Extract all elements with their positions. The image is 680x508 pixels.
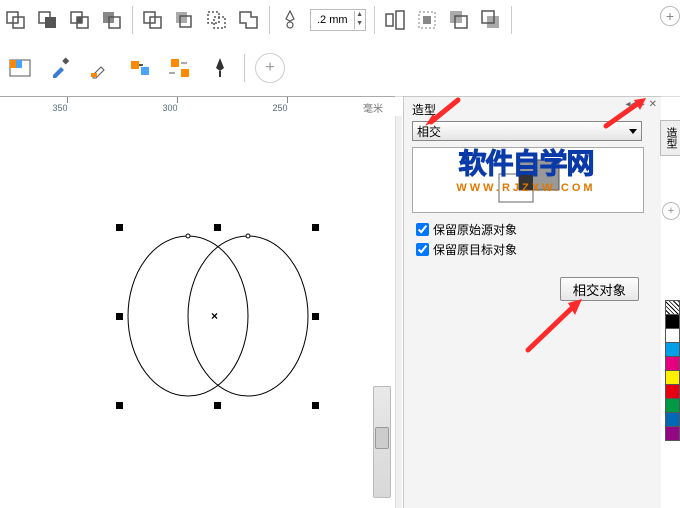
dropdown-value: 相交: [417, 123, 441, 140]
ruler-horizontal: 350 300 250: [0, 96, 395, 118]
docker-tab-shaping[interactable]: 造型: [660, 120, 680, 156]
order-back-icon[interactable]: [477, 6, 505, 34]
spin-down-icon[interactable]: ▼: [354, 20, 365, 29]
front-minus-back-icon[interactable]: [139, 6, 167, 34]
eyedrop-apply-icon[interactable]: [86, 54, 114, 82]
selection-handle[interactable]: [214, 402, 221, 409]
chevron-down-icon: [629, 129, 637, 134]
boundary-icon[interactable]: [203, 6, 231, 34]
separator: [244, 54, 245, 82]
separator: [511, 6, 512, 34]
ruler-tick: 250: [272, 103, 287, 113]
canvas-scrollbar[interactable]: [373, 386, 391, 498]
docker-title: 造型: [412, 101, 436, 118]
add-tool-icon[interactable]: +: [660, 6, 680, 26]
ruler-tick: 350: [52, 103, 67, 113]
swatch[interactable]: [665, 342, 680, 357]
selection-handle[interactable]: [214, 224, 221, 231]
swatch[interactable]: [665, 412, 680, 427]
shaping-preview: [412, 147, 644, 213]
align-target-icon[interactable]: [413, 6, 441, 34]
color-harmony-icon[interactable]: [6, 54, 34, 82]
swatch[interactable]: [665, 314, 680, 329]
swatch[interactable]: [665, 328, 680, 343]
order-front-icon[interactable]: [445, 6, 473, 34]
toolbar-color: +: [0, 40, 680, 97]
swatch[interactable]: [665, 356, 680, 371]
canvas-drawing: [0, 116, 395, 508]
separator: [132, 6, 133, 34]
canvas[interactable]: ×: [0, 116, 395, 508]
selection-handle[interactable]: [312, 224, 319, 231]
fountain-pen-icon[interactable]: [206, 54, 234, 82]
align-group-icon[interactable]: [381, 6, 409, 34]
add-docker-icon[interactable]: +: [662, 202, 680, 220]
intersect-icon[interactable]: [66, 6, 94, 34]
toolbar-shaping: .2 mm ▲▼ +: [0, 0, 680, 41]
intersect-action-button[interactable]: 相交对象: [560, 277, 639, 301]
back-minus-front-icon[interactable]: [171, 6, 199, 34]
checkbox-input[interactable]: [416, 223, 429, 236]
separator: [374, 6, 375, 34]
docker-next-icon[interactable]: ▸: [640, 99, 645, 110]
checkbox-label: 保留原始源对象: [433, 221, 517, 238]
selection-handle[interactable]: [312, 313, 319, 320]
color-swap-icon[interactable]: [166, 54, 194, 82]
docker-close-icon[interactable]: ✕: [649, 99, 657, 110]
swatch[interactable]: [665, 370, 680, 385]
outline-width-value: .2 mm: [311, 14, 354, 26]
scrollbar-thumb[interactable]: [375, 427, 389, 449]
swatch-none[interactable]: [665, 300, 680, 315]
add-circle-icon[interactable]: +: [255, 53, 285, 83]
color-palette: [665, 300, 678, 440]
shaping-mode-dropdown[interactable]: 相交: [412, 121, 642, 141]
selection-handle[interactable]: [116, 224, 123, 231]
weld-icon[interactable]: [2, 6, 30, 34]
selection-handle[interactable]: [116, 402, 123, 409]
docker-tabs: 造型: [660, 120, 680, 158]
keep-target-checkbox[interactable]: 保留原目标对象: [416, 241, 517, 258]
swatch[interactable]: [665, 398, 680, 413]
selection-handle[interactable]: [312, 402, 319, 409]
checkbox-label: 保留原目标对象: [433, 241, 517, 258]
spin-up-icon[interactable]: ▲: [354, 11, 365, 20]
docker-prev-icon[interactable]: ◂◂: [626, 99, 636, 110]
eyedrop-blue-icon[interactable]: [46, 54, 74, 82]
swatch[interactable]: [665, 384, 680, 399]
selection-handle[interactable]: [116, 313, 123, 320]
swatch[interactable]: [665, 426, 680, 441]
separator: [269, 6, 270, 34]
ruler-tick: 300: [162, 103, 177, 113]
outline-width-input[interactable]: .2 mm ▲▼: [310, 9, 366, 31]
simplify-icon[interactable]: [98, 6, 126, 34]
checkbox-input[interactable]: [416, 243, 429, 256]
replace-color-icon[interactable]: [126, 54, 154, 82]
selection-center-icon: ×: [211, 309, 218, 323]
pen-outline-icon[interactable]: [276, 6, 304, 34]
combine-icon[interactable]: [235, 6, 263, 34]
trim-icon[interactable]: [34, 6, 62, 34]
keep-source-checkbox[interactable]: 保留原始源对象: [416, 221, 517, 238]
shaping-docker: 造型 ◂◂ ▸ ✕ 相交 保留原始源对象 保留原目标对象 相交对象: [403, 96, 661, 508]
canvas-edge: [395, 116, 402, 508]
